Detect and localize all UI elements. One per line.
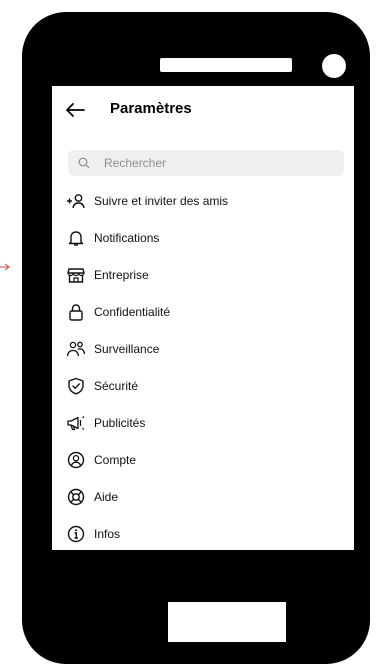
menu-item-label: Confidentialité	[94, 304, 171, 319]
menu-item-notifications[interactable]: Notifications	[52, 219, 354, 256]
info-icon	[66, 524, 86, 544]
menu-item-label: Infos	[94, 526, 121, 541]
menu-item-ads[interactable]: Publicités	[52, 404, 354, 441]
lifebuoy-icon	[66, 487, 86, 507]
page-title: Paramètres	[110, 100, 192, 117]
search-placeholder: Rechercher	[104, 156, 167, 170]
red-arrow-icon	[0, 263, 10, 271]
bell-icon	[66, 228, 86, 248]
supervision-icon	[66, 339, 86, 359]
menu-item-security[interactable]: Sécurité	[52, 367, 354, 404]
store-icon	[66, 265, 86, 285]
lock-icon	[66, 302, 86, 322]
menu-item-about[interactable]: Infos	[52, 515, 354, 550]
settings-header: Paramètres	[52, 86, 354, 134]
phone-screen: Paramètres Rechercher Suivre et inviter …	[52, 86, 354, 550]
menu-item-label: Entreprise	[94, 267, 149, 282]
menu-item-account[interactable]: Compte	[52, 441, 354, 478]
add-person-icon	[66, 191, 86, 211]
search-input[interactable]: Rechercher	[68, 150, 344, 176]
menu-item-label: Notifications	[94, 230, 160, 245]
home-button[interactable]	[168, 602, 286, 642]
menu-item-label: Compte	[94, 452, 137, 467]
menu-item-follow-invite[interactable]: Suivre et inviter des amis	[52, 182, 354, 219]
menu-item-label: Publicités	[94, 415, 146, 430]
menu-item-supervision[interactable]: Surveillance	[52, 330, 354, 367]
menu-item-label: Surveillance	[94, 341, 160, 356]
menu-item-privacy[interactable]: Confidentialité	[52, 293, 354, 330]
back-arrow-icon[interactable]	[64, 100, 86, 120]
shield-check-icon	[66, 376, 86, 396]
megaphone-icon	[66, 413, 86, 433]
search-icon	[78, 157, 90, 169]
menu-item-help[interactable]: Aide	[52, 478, 354, 515]
menu-item-label: Suivre et inviter des amis	[94, 193, 229, 208]
account-circle-icon	[66, 450, 86, 470]
menu-item-business[interactable]: Entreprise	[52, 256, 354, 293]
phone-speaker	[160, 58, 292, 72]
phone-camera	[322, 54, 346, 78]
menu-item-label: Aide	[94, 489, 119, 504]
settings-menu: Suivre et inviter des amis Notifications	[52, 182, 354, 550]
menu-item-label: Sécurité	[94, 378, 139, 393]
